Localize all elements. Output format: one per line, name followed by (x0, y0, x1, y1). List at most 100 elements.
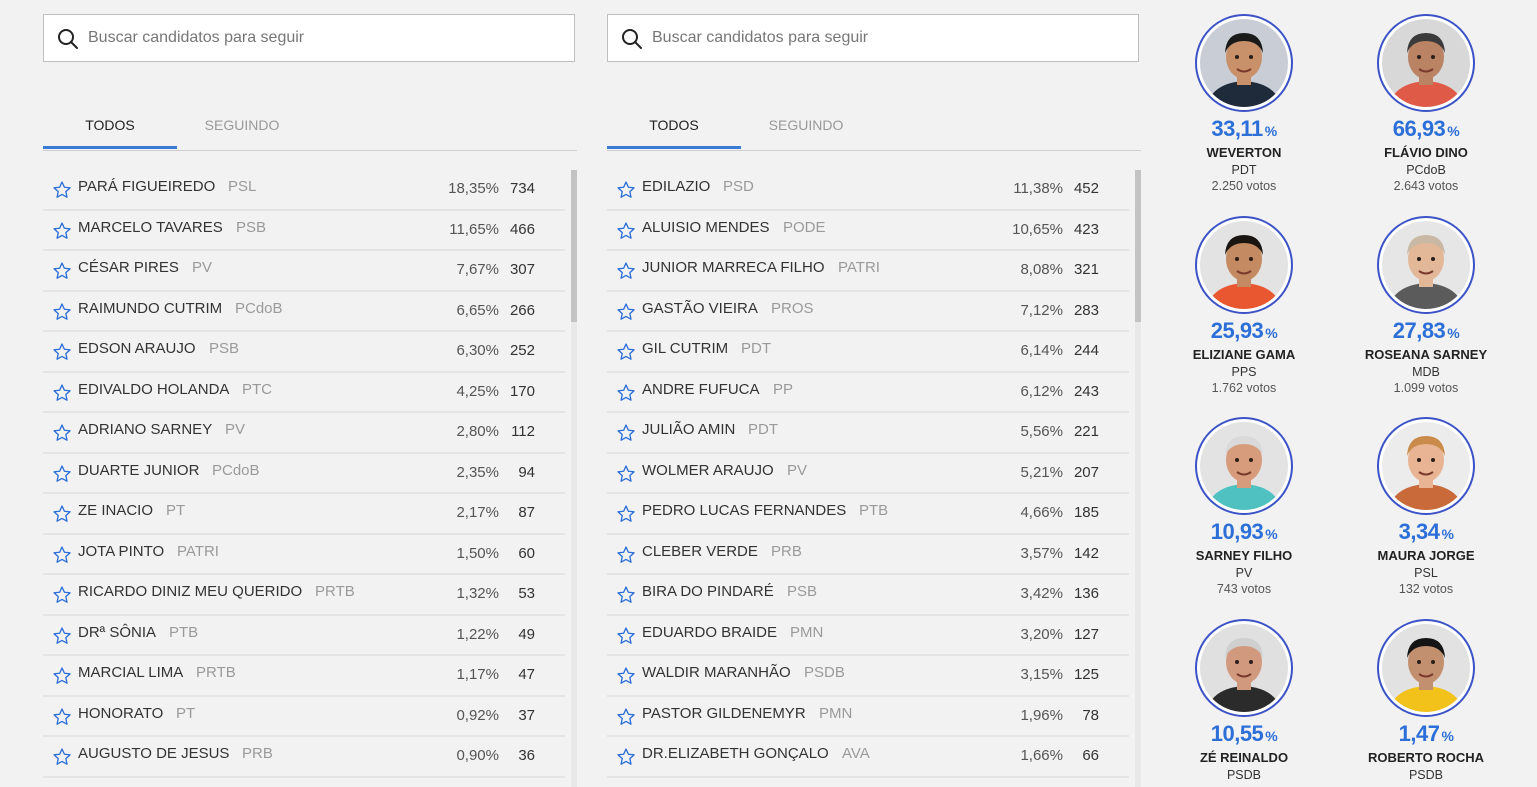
table-row[interactable]: RICARDO DINIZ MEU QUERIDO PRTB 1,32% 53 (43, 575, 565, 616)
table-row[interactable]: ALUISIO MENDES PODE 10,65% 423 (607, 211, 1129, 251)
candidate-card[interactable]: 27,83% ROSEANA SARNEY MDB 1.099 votos (1346, 216, 1506, 395)
table-row[interactable]: EDSON ARAUJO PSB 6,30% 252 (43, 332, 565, 373)
star-icon[interactable] (52, 666, 72, 691)
star-icon[interactable] (52, 504, 72, 529)
table-row[interactable]: BIRA DO PINDARÉ PSB 3,42% 136 (607, 575, 1129, 616)
candidate-party: PSB (787, 583, 818, 600)
star-icon[interactable] (52, 464, 72, 489)
table-row[interactable]: PASTOR GILDENEMYR PMN 1,96% 78 (607, 697, 1129, 737)
candidate-list[interactable]: EDILAZIO PSD 11,38% 452 ALUISIO MENDES PODE 10… (607, 170, 1129, 787)
table-row[interactable]: ZE INACIO PT 2,17% 87 (43, 494, 565, 535)
table-row[interactable]: RAIMUNDO CUTRIM PCdoB 6,65% 266 (43, 292, 565, 332)
star-icon[interactable] (616, 747, 636, 772)
star-icon[interactable] (52, 221, 72, 246)
scrollbar-thumb[interactable] (1135, 170, 1141, 322)
candidate-card[interactable]: 33,11% WEVERTON PDT 2.250 votos (1164, 14, 1324, 193)
table-row[interactable]: JOTA PINTO PATRI 1,50% 60 (43, 535, 565, 575)
candidate-photo[interactable] (1195, 14, 1293, 112)
table-row[interactable]: DR.ELIZABETH GONÇALO AVA 1,66% 66 (607, 737, 1129, 778)
candidate-card[interactable]: 66,93% FLÁVIO DINO PCdoB 2.643 votos (1346, 14, 1506, 193)
candidate-photo[interactable] (1195, 417, 1293, 515)
candidate-photo[interactable] (1377, 216, 1475, 314)
candidate-percent: 1,17% (456, 666, 499, 683)
candidate-photo[interactable] (1377, 14, 1475, 112)
table-row[interactable]: CÉSAR PIRES PV 7,67% 307 (43, 251, 565, 292)
tab-following[interactable]: SEGUINDO (175, 108, 309, 149)
star-icon[interactable] (616, 261, 636, 286)
scrollbar[interactable] (571, 170, 577, 787)
star-icon[interactable] (52, 261, 72, 286)
table-row[interactable]: GASTÃO VIEIRA PROS 7,12% 283 (607, 292, 1129, 332)
star-icon[interactable] (52, 707, 72, 732)
table-row[interactable]: JUNIOR MARRECA FILHO PATRI 8,08% 321 (607, 251, 1129, 292)
star-icon[interactable] (616, 626, 636, 651)
table-row[interactable]: WALDIR MARANHÃO PSDB 3,15% 125 (607, 656, 1129, 697)
candidate-card[interactable]: 10,55% ZÉ REINALDO PSDB (1164, 619, 1324, 784)
table-row[interactable]: JULIÃO AMIN PDT 5,56% 221 (607, 413, 1129, 454)
table-row[interactable]: PEDRO LUCAS FERNANDES PTB 4,66% 185 (607, 494, 1129, 535)
star-icon[interactable] (616, 180, 636, 205)
star-icon[interactable] (52, 342, 72, 367)
star-icon[interactable] (52, 180, 72, 205)
star-icon[interactable] (616, 383, 636, 408)
scrollbar[interactable] (1135, 170, 1141, 787)
table-row[interactable]: WOLMER ARAUJO PV 5,21% 207 (607, 454, 1129, 494)
star-icon[interactable] (52, 585, 72, 610)
candidate-photo[interactable] (1377, 417, 1475, 515)
candidate-card[interactable]: 10,93% SARNEY FILHO PV 743 votos (1164, 417, 1324, 596)
table-row[interactable]: DRª SÔNIA PTB 1,22% 49 (43, 616, 565, 656)
star-icon[interactable] (616, 302, 636, 327)
candidate-party: PV (1235, 566, 1253, 580)
candidate-card[interactable]: 3,34% MAURA JORGE PSL 132 votos (1346, 417, 1506, 596)
candidate-party: PMN (790, 623, 824, 641)
table-row[interactable]: EDILAZIO PSD 11,38% 452 (607, 170, 1129, 211)
table-row[interactable]: ANDRE FUFUCA PP 6,12% 243 (607, 373, 1129, 413)
star-icon[interactable] (52, 545, 72, 570)
tab-following[interactable]: SEGUINDO (739, 108, 873, 149)
candidate-percent: 1,96% (1020, 706, 1063, 724)
candidate-party: PSB (236, 218, 267, 236)
star-icon[interactable] (616, 423, 636, 448)
search-input[interactable] (652, 15, 1122, 61)
table-row[interactable]: AUGUSTO DE JESUS PRB 0,90% 36 (43, 737, 565, 778)
star-icon[interactable] (616, 221, 636, 246)
table-row[interactable]: MARCIAL LIMA PRTB 1,17% 47 (43, 656, 565, 697)
star-icon[interactable] (52, 626, 72, 651)
candidate-list[interactable]: PARÁ FIGUEIREDO PSL 18,35% 734 MARCELO TAVAR… (43, 170, 565, 787)
star-icon[interactable] (616, 464, 636, 489)
table-row[interactable]: GIL CUTRIM PDT 6,14% 244 (607, 332, 1129, 373)
candidate-photo[interactable] (1195, 216, 1293, 314)
search-input[interactable] (88, 15, 558, 61)
candidate-party: PRTB (196, 664, 236, 681)
star-icon[interactable] (52, 383, 72, 408)
star-icon[interactable] (616, 342, 636, 367)
star-icon[interactable] (616, 504, 636, 529)
star-icon[interactable] (52, 423, 72, 448)
table-row[interactable]: MARCELO TAVARES PSB 11,65% 466 (43, 211, 565, 251)
tab-all[interactable]: TODOS (43, 108, 177, 149)
star-icon[interactable] (616, 707, 636, 732)
star-icon[interactable] (616, 545, 636, 570)
candidate-percent: 5,21% (1020, 463, 1063, 481)
tab-bar: TODOS SEGUINDO (607, 108, 1141, 151)
table-row[interactable]: DUARTE JUNIOR PCdoB 2,35% 94 (43, 454, 565, 494)
star-icon[interactable] (616, 585, 636, 610)
table-row[interactable]: ADRIANO SARNEY PV 2,80% 112 (43, 413, 565, 454)
scrollbar-thumb[interactable] (571, 170, 577, 322)
table-row[interactable]: HONORATO PT 0,92% 37 (43, 697, 565, 737)
candidate-party: PV (787, 461, 808, 479)
candidate-card[interactable]: 1,47% ROBERTO ROCHA PSDB (1346, 619, 1506, 784)
star-icon[interactable] (52, 302, 72, 327)
table-row[interactable]: EDUARDO BRAIDE PMN 3,20% 127 (607, 616, 1129, 656)
candidate-percent: 2,80% (456, 423, 499, 440)
candidate-card[interactable]: 25,93% ELIZIANE GAMA PPS 1.762 votos (1164, 216, 1324, 395)
star-icon[interactable] (616, 666, 636, 691)
candidate-party: PSB (209, 340, 240, 357)
candidate-photo[interactable] (1195, 619, 1293, 717)
candidate-photo[interactable] (1377, 619, 1475, 717)
table-row[interactable]: PARÁ FIGUEIREDO PSL 18,35% 734 (43, 170, 565, 211)
table-row[interactable]: CLEBER VERDE PRB 3,57% 142 (607, 535, 1129, 575)
star-icon[interactable] (52, 747, 72, 772)
table-row[interactable]: EDIVALDO HOLANDA PTC 4,25% 170 (43, 373, 565, 413)
tab-all[interactable]: TODOS (607, 108, 741, 149)
